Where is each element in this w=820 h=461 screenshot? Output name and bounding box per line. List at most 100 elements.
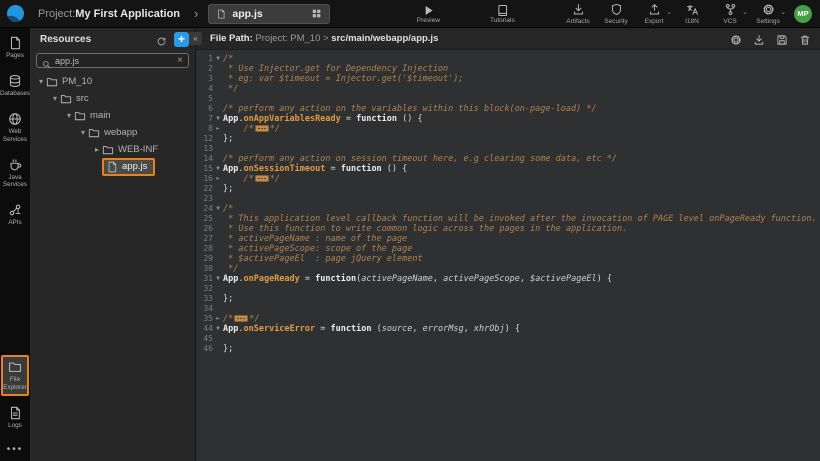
line-number: 1 (196, 54, 213, 64)
code-line-28[interactable]: 28 * activePageScope: scope of the page (196, 244, 820, 254)
fold-toggle-icon[interactable]: ▼ (213, 114, 223, 124)
folded-code-icon[interactable] (255, 175, 269, 182)
code-line-6[interactable]: 6/* perform any action on the variables … (196, 104, 820, 114)
code-line-23[interactable]: 23 (196, 194, 820, 204)
topbar-right-group: Artifacts Security Export⌄ I18N VCS⌄ Settings… (562, 3, 790, 25)
chevron-down-icon[interactable]: ▾ (36, 77, 46, 86)
code-line-35[interactable]: 35►/**/ (196, 314, 820, 324)
fold-toggle-icon[interactable]: ► (213, 174, 223, 184)
collapse-panel-icon[interactable]: « (189, 32, 202, 45)
code-line-2[interactable]: 2 * Use Injector.get for Dependency Inje… (196, 64, 820, 74)
code-line-7[interactable]: 7▼App.onAppVariablesReady = function () … (196, 114, 820, 124)
sidebar-item-databases[interactable]: Databases (0, 72, 30, 99)
settings-button[interactable]: Settings⌄ (752, 3, 784, 25)
tree-row-app.js[interactable]: app.js (30, 158, 195, 175)
tree-row-main[interactable]: ▾main (30, 107, 195, 124)
fold-toggle-icon[interactable]: ► (213, 124, 223, 134)
code-line-4[interactable]: 4 */ (196, 84, 820, 94)
code-line-14[interactable]: 14/* perform any action on session timeo… (196, 154, 820, 164)
editor-settings-gear-icon[interactable] (729, 32, 743, 46)
folded-code-icon[interactable] (234, 315, 248, 322)
code-line-29[interactable]: 29 * $activePageEl : page jQuery element (196, 254, 820, 264)
tree-row-webapp[interactable]: ▾webapp (30, 124, 195, 141)
sidebar-item-logs[interactable]: Logs (0, 404, 30, 431)
chevron-down-icon[interactable]: ▾ (50, 94, 60, 103)
chevron-down-icon[interactable]: ▾ (64, 111, 74, 120)
line-number: 24 (196, 204, 213, 214)
code-line-24[interactable]: 24▼/* (196, 204, 820, 214)
code-line-8[interactable]: 8► /**/ (196, 124, 820, 134)
code-line-26[interactable]: 26 * Use this function to write common l… (196, 224, 820, 234)
refresh-icon[interactable] (154, 32, 168, 46)
chevron-right-icon[interactable]: ▸ (92, 145, 102, 154)
sidebar-more-button[interactable]: ••• (7, 444, 24, 455)
preview-button[interactable]: Preview (406, 4, 450, 24)
security-button[interactable]: Security (600, 3, 632, 25)
editor-download-icon[interactable] (752, 32, 766, 46)
code-line-33[interactable]: 33}; (196, 294, 820, 304)
code-line-46[interactable]: 46}; (196, 344, 820, 354)
fold-toggle-icon[interactable]: ▼ (213, 54, 223, 64)
fold-toggle-icon[interactable]: ▼ (213, 274, 223, 284)
vcs-button[interactable]: VCS⌄ (714, 3, 746, 25)
code-line-13[interactable]: 13 (196, 144, 820, 154)
code-text: /**/ (223, 314, 260, 324)
code-line-22[interactable]: 22}; (196, 184, 820, 194)
sidebar-item-pages[interactable]: Pages (0, 34, 30, 61)
code-line-25[interactable]: 25 * This application level callback fun… (196, 214, 820, 224)
line-number: 6 (196, 104, 213, 114)
line-number: 16 (196, 174, 213, 184)
editor-save-icon[interactable] (775, 32, 789, 46)
code-line-32[interactable]: 32 (196, 284, 820, 294)
artifacts-download-icon (572, 3, 585, 16)
search-value: app.js (55, 56, 177, 66)
fold-toggle-icon[interactable]: ▼ (213, 324, 223, 334)
line-number: 25 (196, 214, 213, 224)
open-file-tab[interactable]: app.js (208, 4, 330, 24)
wavemaker-logo[interactable] (0, 0, 30, 28)
code-line-45[interactable]: 45 (196, 334, 820, 344)
code-line-30[interactable]: 30 */ (196, 264, 820, 274)
code-line-1[interactable]: 1▼/* (196, 54, 820, 64)
code-line-27[interactable]: 27 * activePageName : name of the page (196, 234, 820, 244)
code-line-5[interactable]: 5 (196, 94, 820, 104)
sidebar-item-file-explorer[interactable]: File Explorer (1, 355, 29, 395)
code-editor[interactable]: 1▼/*2 * Use Injector.get for Dependency … (196, 50, 820, 461)
folded-code-icon[interactable] (255, 125, 269, 132)
sidebar-item-apis[interactable]: APIs (0, 201, 30, 228)
fold-toggle-icon[interactable]: ▼ (213, 164, 223, 174)
code-line-44[interactable]: 44▼App.onServiceError = function (source… (196, 324, 820, 334)
i18n-button[interactable]: I18N (676, 3, 708, 25)
editor-delete-trash-icon[interactable] (798, 32, 812, 46)
logo-icon (7, 5, 24, 22)
pages-icon (8, 36, 22, 50)
code-line-3[interactable]: 3 * eg: var $timeout = Injector.get('$ti… (196, 74, 820, 84)
sidebar-item-label: Java Services (0, 174, 30, 188)
file-path-breadcrumb: File Path: Project: PM_10 > src/main/web… (210, 33, 438, 44)
tree-row-pm_10[interactable]: ▾PM_10 (30, 73, 195, 90)
no-fold (213, 284, 223, 294)
tutorials-button[interactable]: Tutorials (480, 4, 524, 24)
user-avatar[interactable]: MP (794, 5, 812, 23)
code-line-34[interactable]: 34 (196, 304, 820, 314)
chevron-down-icon[interactable]: ▾ (78, 128, 88, 137)
fold-toggle-icon[interactable]: ▼ (213, 204, 223, 214)
tree-row-web-inf[interactable]: ▸WEB-INF (30, 141, 195, 158)
export-button[interactable]: Export⌄ (638, 3, 670, 25)
clear-search-icon[interactable]: × (177, 55, 183, 66)
code-line-16[interactable]: 16► /**/ (196, 174, 820, 184)
sidebar-item-web-services[interactable]: Web Services (0, 110, 30, 144)
code-line-12[interactable]: 12}; (196, 134, 820, 144)
tree-row-src[interactable]: ▾src (30, 90, 195, 107)
fold-toggle-icon[interactable]: ► (213, 314, 223, 324)
play-icon (422, 4, 435, 17)
selected-file-highlight[interactable]: app.js (102, 158, 155, 176)
code-line-15[interactable]: 15▼App.onSessionTimeout = function () { (196, 164, 820, 174)
code-line-31[interactable]: 31▼App.onPageReady = function(activePage… (196, 274, 820, 284)
line-number: 8 (196, 124, 213, 134)
sidebar-item-java-services[interactable]: Java Services (0, 156, 30, 190)
add-resource-button[interactable]: + (174, 32, 189, 47)
artifacts-button[interactable]: Artifacts (562, 3, 594, 25)
search-input[interactable]: app.js × (36, 53, 189, 68)
grid-icon[interactable] (311, 8, 322, 19)
